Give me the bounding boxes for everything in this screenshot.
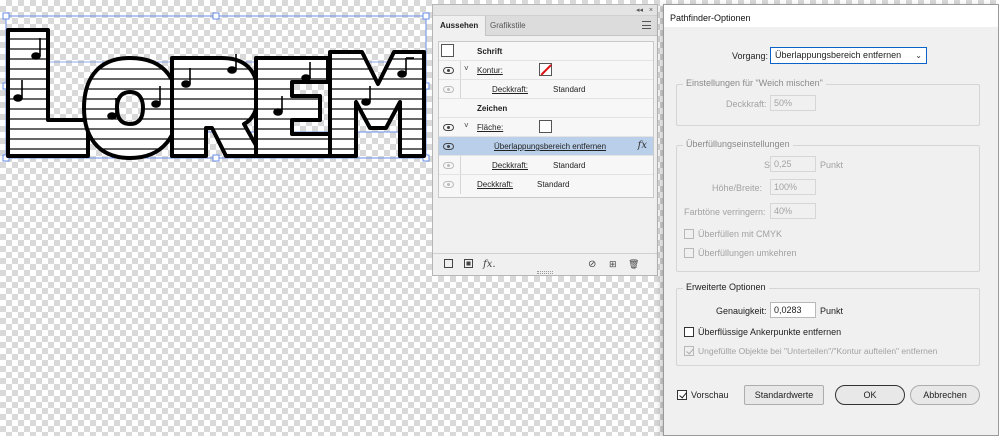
opacity-value: Standard — [537, 180, 570, 189]
fx-icon[interactable]: fx — [638, 140, 647, 151]
tint-reduction-label: Farbtöne verringern: — [684, 207, 766, 217]
strength-unit: Punkt — [820, 160, 844, 170]
remove-anchor-label[interactable]: Überflüssige Ankerpunkte entfernen — [698, 327, 841, 337]
appearance-list: Schrift ˅ Kontur: Deckkraft: Standard Ze… — [438, 41, 654, 198]
preview-checkbox[interactable] — [677, 390, 687, 400]
opacity-label[interactable]: Deckkraft: — [492, 85, 528, 94]
trap-cmyk-checkbox — [684, 229, 694, 239]
panel-footer: fx. ⊘ ⊞ 🗑 — [433, 253, 657, 275]
row-zeichen[interactable]: Zeichen — [439, 99, 653, 118]
collapse-panel-icon[interactable]: ◂◂ — [636, 5, 643, 16]
height-width-label: Höhe/Breite: — [712, 183, 763, 193]
visibility-eye-icon[interactable] — [443, 124, 454, 131]
panel-titlebar: ◂◂ × — [433, 5, 657, 16]
precision-label: Genauigkeit: — [716, 306, 767, 316]
stroke-none-swatch[interactable] — [539, 63, 552, 76]
dialog-title: Pathfinder-Optionen — [664, 5, 998, 27]
preview-label[interactable]: Vorschau — [691, 390, 729, 400]
lorem-artwork[interactable] — [0, 0, 432, 170]
row-schrift[interactable]: Schrift — [439, 42, 653, 61]
soft-mix-title: Einstellungen für "Weich mischen" — [683, 78, 826, 88]
row-label: Schrift — [477, 47, 503, 56]
appearance-panel: ◂◂ × Aussehen Grafikstile Schrift ˅ Kont… — [432, 4, 658, 276]
opacity-label[interactable]: Deckkraft: — [492, 161, 528, 170]
remove-unpainted-label: Ungefüllte Objekte bei "Unterteilen"/"Ko… — [698, 346, 938, 356]
fill-label[interactable]: Fläche: — [477, 123, 503, 132]
remove-unpainted-checkbox — [684, 346, 694, 356]
row-label: Zeichen — [477, 104, 508, 113]
visibility-eye-icon[interactable] — [443, 162, 454, 169]
object-thumbnail — [441, 44, 454, 57]
trap-cmyk-label: Überfüllen mit CMYK — [698, 229, 783, 239]
effect-label[interactable]: Überlappungsbereich entfernen — [494, 142, 606, 151]
new-fill-icon[interactable] — [464, 259, 473, 268]
row-flaeche-deckkraft[interactable]: Deckkraft: Standard — [439, 156, 653, 175]
defaults-button[interactable]: Standardwerte — [744, 385, 824, 405]
reverse-traps-checkbox — [684, 248, 694, 258]
operation-select[interactable]: Überlappungsbereich entfernen ⌄ — [770, 47, 927, 64]
add-effect-icon[interactable]: fx. — [483, 259, 496, 270]
stroke-label[interactable]: Kontur: — [477, 66, 503, 75]
operation-label: Vorgang: — [732, 51, 769, 61]
pathfinder-options-dialog: Pathfinder-Optionen Vorgang: Überlappung… — [663, 4, 999, 436]
fill-white-swatch[interactable] — [539, 120, 552, 133]
row-effect-pathfinder[interactable]: Überlappungsbereich entfernen fx — [439, 137, 653, 156]
new-stroke-icon[interactable] — [444, 259, 453, 268]
operation-value: Überlappungsbereich entfernen — [775, 50, 902, 60]
visibility-eye-icon[interactable] — [443, 143, 454, 150]
reverse-traps-label: Überfüllungen umkehren — [698, 248, 797, 258]
resize-grip[interactable] — [537, 271, 553, 274]
opacity-label[interactable]: Deckkraft: — [477, 180, 513, 189]
chevron-down-icon[interactable]: ˅ — [464, 64, 469, 73]
row-flaeche[interactable]: ˅ Fläche: — [439, 118, 653, 137]
delete-item-icon[interactable]: 🗑 — [628, 259, 639, 270]
row-kontur-deckkraft[interactable]: Deckkraft: Standard — [439, 80, 653, 99]
advanced-options-title: Erweiterte Optionen — [683, 282, 769, 292]
soft-mix-opacity-label: Deckkraft: — [726, 99, 767, 109]
visibility-eye-icon[interactable] — [443, 67, 454, 74]
panel-menu-icon[interactable] — [642, 21, 651, 29]
soft-mix-opacity-field: 50% — [770, 95, 816, 111]
chevron-down-icon: ⌄ — [915, 51, 922, 60]
ok-button[interactable]: OK — [835, 385, 905, 405]
tab-aussehen[interactable]: Aussehen — [433, 16, 487, 36]
opacity-value: Standard — [553, 85, 586, 94]
visibility-eye-icon[interactable] — [443, 86, 454, 93]
visibility-eye-icon[interactable] — [443, 181, 454, 188]
cancel-button[interactable]: Abbrechen — [910, 385, 980, 405]
panel-tabs: Aussehen Grafikstile — [433, 16, 657, 36]
strength-field: 0,25 — [770, 156, 816, 172]
precision-unit: Punkt — [820, 306, 844, 316]
tint-reduction-field: 40% — [770, 203, 816, 219]
tab-grafikstile[interactable]: Grafikstile — [483, 16, 533, 36]
precision-input[interactable]: 0,0283 — [770, 302, 816, 318]
remove-anchor-checkbox[interactable] — [684, 327, 694, 337]
chevron-down-icon[interactable]: ˅ — [464, 121, 469, 130]
artwork-canvas[interactable] — [0, 0, 432, 170]
height-width-field: 100% — [770, 179, 816, 195]
clear-appearance-icon[interactable]: ⊘ — [588, 259, 596, 270]
row-kontur[interactable]: ˅ Kontur: — [439, 61, 653, 80]
row-object-deckkraft[interactable]: Deckkraft: Standard — [439, 175, 653, 194]
close-panel-icon[interactable]: × — [649, 5, 653, 16]
opacity-value: Standard — [553, 161, 586, 170]
trapping-title: Überfüllungseinstellungen — [683, 139, 793, 149]
duplicate-item-icon[interactable]: ⊞ — [609, 259, 617, 270]
soft-mix-group: Einstellungen für "Weich mischen" — [676, 78, 980, 126]
